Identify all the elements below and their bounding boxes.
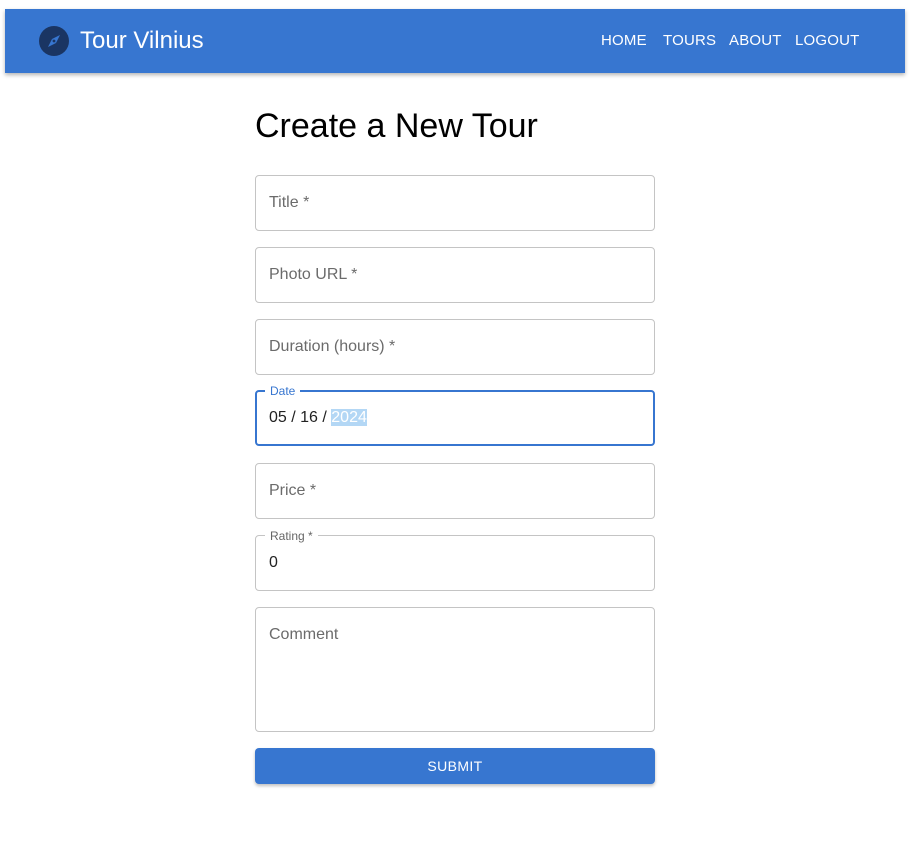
date-day[interactable]: 16 (300, 409, 318, 426)
title-field[interactable]: Title * (255, 175, 655, 231)
nav-tours-link[interactable]: TOURS (663, 32, 716, 50)
rating-field[interactable]: Rating * 0 (255, 529, 655, 591)
date-month[interactable]: 05 (269, 409, 287, 426)
date-label: Date (265, 384, 301, 398)
date-value[interactable]: 05 / 16 / 2024 (269, 408, 367, 428)
duration-field[interactable]: Duration (hours) * (255, 319, 655, 375)
duration-placeholder: Duration (hours) * (269, 338, 396, 355)
compass-icon[interactable] (39, 26, 69, 56)
date-year[interactable]: 2024 (331, 409, 367, 426)
app-bar: Tour Vilnius HOME TOURS ABOUT LOGOUT (5, 9, 905, 73)
brand-title[interactable]: Tour Vilnius (80, 26, 204, 56)
date-separator: / (317, 409, 332, 426)
photo-url-placeholder: Photo URL * (269, 266, 358, 283)
price-placeholder: Price * (269, 482, 317, 499)
comment-placeholder: Comment (269, 626, 339, 643)
nav-logout-link[interactable]: LOGOUT (795, 32, 860, 50)
title-placeholder: Title * (269, 194, 310, 211)
rating-label: Rating * (265, 529, 318, 543)
price-field[interactable]: Price * (255, 463, 655, 519)
rating-value: 0 (269, 554, 278, 571)
comment-field[interactable]: Comment (255, 607, 655, 732)
nav-about-link[interactable]: ABOUT (729, 32, 782, 50)
page-title: Create a New Tour (255, 107, 538, 145)
nav-home-link[interactable]: HOME (601, 32, 647, 50)
date-separator: / (286, 409, 301, 426)
date-field[interactable]: Date 05 / 16 / 2024 (255, 384, 655, 446)
submit-button[interactable]: SUBMIT (255, 748, 655, 784)
photo-url-field[interactable]: Photo URL * (255, 247, 655, 303)
